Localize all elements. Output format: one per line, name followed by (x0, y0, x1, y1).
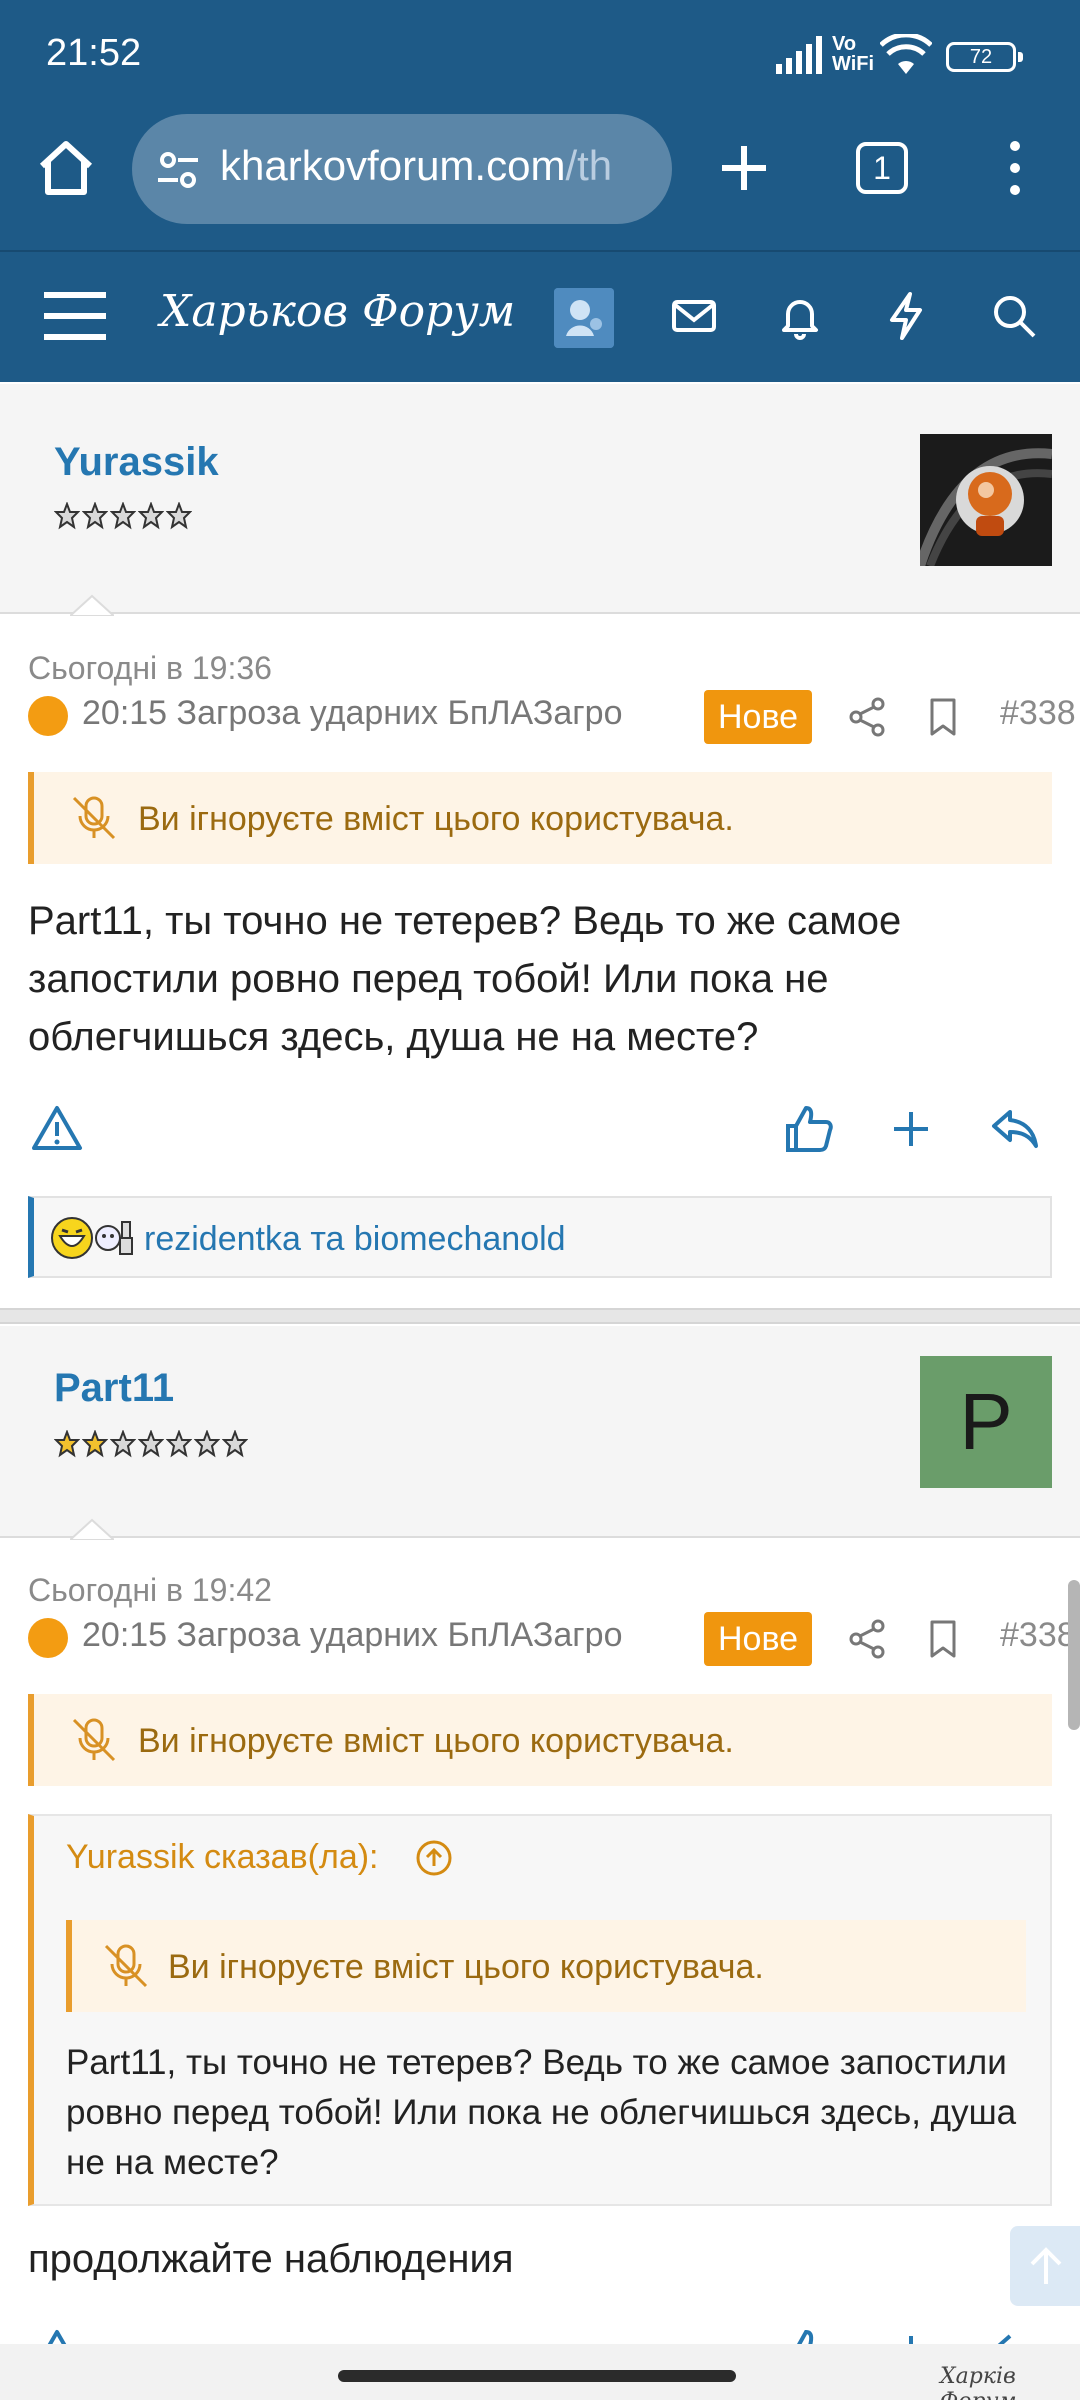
forum-header: Харьков Форум (0, 250, 1080, 382)
star-empty-icon (110, 1430, 136, 1458)
ignore-notice-text: Ви ігноруєте вміст цього користувача. (168, 1948, 764, 1986)
thread-title[interactable]: 20:15 Загроза ударних БпЛАЗагро (82, 1616, 692, 1655)
new-badge: Нове (704, 1612, 813, 1666)
speech-arrow (70, 1518, 114, 1542)
add-plus-icon[interactable] (884, 1102, 938, 1156)
browser-toolbar: kharkovforum.com/th 1 (0, 112, 1080, 250)
quote-text: Part11, ты точно не тетерев? Ведь то же … (66, 2043, 1017, 2182)
post-meta-row: 20:15 Загроза ударних БпЛАЗагро Нове #33… (28, 1612, 1080, 1668)
avatar-letter: P (959, 1377, 1013, 1466)
star-empty-icon (138, 1430, 164, 1458)
share-icon[interactable] (846, 1618, 888, 1660)
watermark: Харків Форум (940, 2364, 1017, 2400)
forum-title[interactable]: Харьков Форум (160, 286, 515, 337)
orange-dot-icon (28, 696, 68, 736)
star-empty-icon (222, 1430, 248, 1458)
post-body: Part11, ты точно не тетерев? Ведь то же … (28, 899, 902, 1059)
post-username[interactable]: Yurassik (54, 440, 219, 485)
star-empty-icon (82, 502, 108, 530)
gesture-handle[interactable] (338, 2370, 736, 2382)
url-text: kharkovforum.com/th (220, 142, 652, 190)
mute-icon (104, 1944, 148, 1988)
orange-dot-icon (28, 1618, 68, 1658)
go-to-quote-icon[interactable] (414, 1838, 454, 1878)
new-badge: Нове (704, 690, 813, 744)
like-thumb-icon[interactable] (782, 1102, 836, 1156)
tabs-button[interactable]: 1 (856, 142, 908, 194)
quote-block: Yurassik сказав(ла): Ви ігноруєте вміст … (28, 1814, 1052, 2206)
status-time: 21:52 (46, 32, 142, 74)
post-user-header: Part11 P (0, 1326, 1080, 1538)
arrow-up-icon (1030, 2247, 1062, 2284)
post-body: продолжайте наблюдения (28, 2237, 514, 2281)
post-number[interactable]: #338 (1000, 1616, 1076, 1655)
reactions-bar[interactable]: rezidentka та biomechanold (28, 1196, 1052, 1278)
user-avatar-part11[interactable]: P (920, 1356, 1052, 1488)
ignore-notice-text: Ви ігноруєте вміст цього користувача. (138, 1722, 734, 1760)
ignore-notice: Ви ігноруєте вміст цього користувача. (28, 772, 1052, 864)
bookmark-icon[interactable] (924, 696, 962, 738)
user-avatar[interactable] (554, 288, 614, 348)
post-separator (0, 1308, 1080, 1324)
star-filled-icon (54, 1430, 80, 1458)
star-empty-icon (110, 502, 136, 530)
more-icon[interactable] (1000, 136, 1030, 200)
post-number[interactable]: #338 (1000, 694, 1076, 733)
report-warning-icon[interactable] (30, 1102, 84, 1156)
site-settings-icon[interactable] (154, 146, 202, 194)
bookmark-icon[interactable] (924, 1618, 962, 1660)
menu-icon[interactable] (44, 290, 106, 342)
status-bar: 21:52 Vo WiFi 72 (0, 0, 1080, 112)
user-avatar-yurassik[interactable] (920, 434, 1052, 566)
post-username[interactable]: Part11 (54, 1366, 174, 1411)
post-user-header: Yurassik (0, 384, 1080, 614)
mute-icon (72, 1718, 116, 1762)
battery-level: 72 (969, 46, 993, 68)
ignore-notice: Ви ігноруєте вміст цього користувача. (28, 1694, 1052, 1786)
scroll-to-top-button[interactable] (1010, 2226, 1080, 2306)
star-empty-icon (54, 502, 80, 530)
bell-icon[interactable] (774, 290, 826, 342)
speech-arrow (70, 594, 114, 618)
search-icon[interactable] (988, 290, 1040, 342)
address-bar[interactable]: kharkovforum.com/th (132, 114, 672, 224)
star-empty-icon (194, 1430, 220, 1458)
star-empty-icon (166, 502, 192, 530)
post-meta-row: 20:15 Загроза ударних БпЛАЗагро Нове #33… (28, 690, 1080, 746)
star-empty-icon (138, 502, 164, 530)
quote-author[interactable]: Yurassik сказав(ла): (66, 1838, 379, 1877)
star-empty-icon (166, 1430, 192, 1458)
lightning-icon[interactable] (880, 290, 932, 342)
user-rank-stars (54, 1430, 248, 1460)
screen: 21:52 Vo WiFi 72 kharkovforum.com/th 1 Х… (0, 0, 1080, 2400)
tab-count: 1 (873, 150, 891, 186)
laugh-emoji-icon (51, 1217, 93, 1259)
quote-ignore-notice: Ви ігноруєте вміст цього користувача. (66, 1920, 1026, 2012)
url-path: /th (565, 142, 613, 189)
wifi-icon (880, 34, 932, 74)
user-rank-stars (54, 502, 192, 532)
signal-icon (776, 36, 822, 74)
post-date[interactable]: Сьогодні в 19:36 (28, 650, 272, 687)
battery-indicator: 72 (946, 42, 1023, 72)
thread-title[interactable]: 20:15 Загроза ударних БпЛАЗагро (82, 694, 692, 733)
star-filled-icon (82, 1430, 108, 1458)
new-tab-plus-icon[interactable] (716, 140, 772, 196)
ignore-notice-text: Ви ігноруєте вміст цього користувача. (138, 800, 734, 838)
mail-icon[interactable] (668, 290, 720, 342)
mute-icon (72, 796, 116, 840)
thumbs-smiley-icon (95, 1221, 133, 1255)
scrollbar[interactable] (1068, 1580, 1080, 1730)
url-host: kharkovforum.com (220, 142, 566, 189)
reactions-users[interactable]: rezidentka та biomechanold (144, 1220, 566, 1259)
share-icon[interactable] (846, 696, 888, 738)
reply-icon[interactable] (988, 1102, 1042, 1156)
vowifi-label: Vo WiFi (832, 33, 875, 75)
post-date[interactable]: Сьогодні в 19:42 (28, 1572, 272, 1609)
home-icon[interactable] (34, 136, 98, 200)
